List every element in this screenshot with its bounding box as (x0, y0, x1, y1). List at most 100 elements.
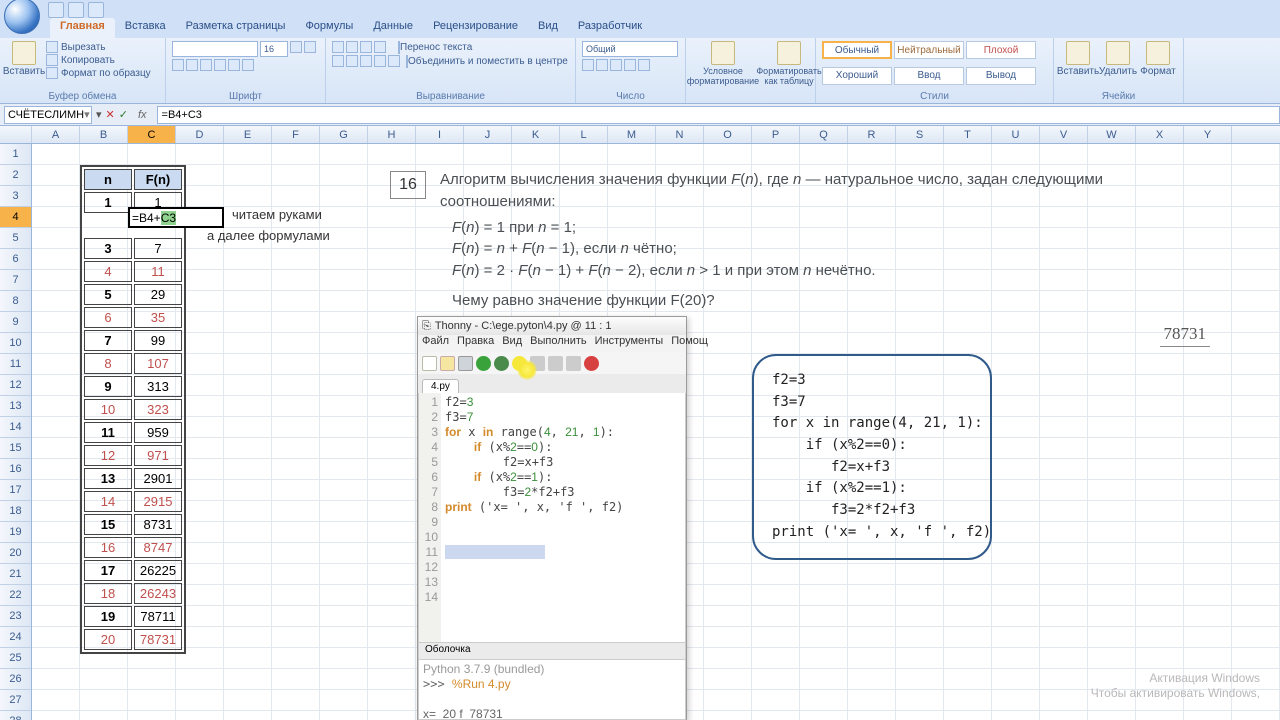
resume-icon[interactable] (566, 356, 581, 371)
align-right-icon[interactable] (360, 55, 372, 67)
cell-n[interactable]: 18 (84, 583, 132, 604)
row-header-17[interactable]: 17 (0, 480, 31, 501)
cell-fn[interactable]: 8747 (134, 537, 182, 558)
dropdown-icon[interactable]: ▾ (96, 108, 102, 121)
row-header-9[interactable]: 9 (0, 312, 31, 333)
col-header-T[interactable]: T (944, 126, 992, 143)
col-header-X[interactable]: X (1136, 126, 1184, 143)
copy-button[interactable]: Копировать (46, 54, 151, 66)
step-out-icon[interactable] (548, 356, 563, 371)
thonny-menu-Правка[interactable]: Правка (457, 335, 494, 352)
col-header-D[interactable]: D (176, 126, 224, 143)
cell-fn[interactable]: 2915 (134, 491, 182, 512)
font-name-combo[interactable] (172, 41, 258, 57)
align-top-icon[interactable] (332, 41, 344, 53)
col-header-J[interactable]: J (464, 126, 512, 143)
row-header-21[interactable]: 21 (0, 564, 31, 585)
cell-fn[interactable]: 971 (134, 445, 182, 466)
fill-color-icon[interactable] (228, 59, 240, 71)
font-size-combo[interactable]: 16 (260, 41, 288, 57)
row-header-27[interactable]: 27 (0, 690, 31, 711)
grow-font-icon[interactable] (290, 41, 302, 53)
row-header-20[interactable]: 20 (0, 543, 31, 564)
col-header-H[interactable]: H (368, 126, 416, 143)
cell-fn[interactable]: 26225 (134, 560, 182, 581)
tab-Разработчик[interactable]: Разработчик (568, 18, 652, 38)
thonny-window[interactable]: ⎘Thonny - C:\ege.pyton\4.py @ 11 : 1 Фай… (417, 316, 687, 720)
cell-fn[interactable]: 29 (134, 284, 182, 305)
row-header-7[interactable]: 7 (0, 270, 31, 291)
row-header-19[interactable]: 19 (0, 522, 31, 543)
indent-dec-icon[interactable] (374, 55, 386, 67)
tab-Разметка страницы[interactable]: Разметка страницы (176, 18, 296, 38)
thonny-tab[interactable]: 4.py (422, 379, 459, 393)
cell-n[interactable]: 8 (84, 353, 132, 374)
align-middle-icon[interactable] (346, 41, 358, 53)
cell-n[interactable]: 19 (84, 606, 132, 627)
col-header-F[interactable]: F (272, 126, 320, 143)
thonny-menu-Вид[interactable]: Вид (502, 335, 522, 352)
open-file-icon[interactable] (440, 356, 455, 371)
row-header-4[interactable]: 4 (0, 207, 31, 228)
cell-fn[interactable]: 78711 (134, 606, 182, 627)
row-header-14[interactable]: 14 (0, 417, 31, 438)
cell-n[interactable]: 7 (84, 330, 132, 351)
run-icon[interactable] (476, 356, 491, 371)
orientation-icon[interactable] (374, 41, 386, 53)
select-all-corner[interactable] (0, 126, 32, 143)
indent-inc-icon[interactable] (388, 55, 400, 67)
border-icon[interactable] (214, 59, 226, 71)
row-headers[interactable]: 1234567891011121314151617181920212223242… (0, 144, 32, 720)
cell-n[interactable]: 17 (84, 560, 132, 581)
insert-button[interactable]: Вставить (1060, 41, 1096, 77)
col-header-C[interactable]: C (128, 126, 176, 143)
editing-cell[interactable]: =B4+C3 (128, 207, 224, 228)
worksheet[interactable]: ABCDEFGHIJKLMNOPQRSTUVWXY 12345678910111… (0, 126, 1280, 720)
col-header-G[interactable]: G (320, 126, 368, 143)
row-header-23[interactable]: 23 (0, 606, 31, 627)
col-header-L[interactable]: L (560, 126, 608, 143)
row-header-26[interactable]: 26 (0, 669, 31, 690)
cell-area[interactable]: nF(n)11374115296357998107931310323119591… (32, 144, 1280, 720)
column-headers[interactable]: ABCDEFGHIJKLMNOPQRSTUVWXY (0, 126, 1280, 144)
cell-n[interactable]: 14 (84, 491, 132, 512)
currency-icon[interactable] (582, 59, 594, 71)
cell-n[interactable]: 6 (84, 307, 132, 328)
row-header-3[interactable]: 3 (0, 186, 31, 207)
bold-icon[interactable] (172, 59, 184, 71)
row-header-8[interactable]: 8 (0, 291, 31, 312)
number-format-combo[interactable]: Общий (582, 41, 678, 57)
thonny-editor[interactable]: 1234567891011121314 f2=3 f3=7 for x in r… (418, 393, 686, 643)
shrink-font-icon[interactable] (304, 41, 316, 53)
row-header-2[interactable]: 2 (0, 165, 31, 186)
cell-style-4[interactable]: Ввод (894, 67, 964, 85)
font-color-icon[interactable] (242, 59, 254, 71)
cell-fn[interactable]: 26243 (134, 583, 182, 604)
fx-icon[interactable]: fx (132, 109, 153, 121)
thonny-menu-Инструменты[interactable]: Инструменты (595, 335, 664, 352)
stop-icon[interactable] (584, 356, 599, 371)
shell[interactable]: Python 3.7.9 (bundled) >>> %Run 4.py x= … (418, 660, 686, 720)
cell-n[interactable]: 5 (84, 284, 132, 305)
row-header-13[interactable]: 13 (0, 396, 31, 417)
col-header-I[interactable]: I (416, 126, 464, 143)
row-header-22[interactable]: 22 (0, 585, 31, 606)
row-header-18[interactable]: 18 (0, 501, 31, 522)
cell-n[interactable]: 12 (84, 445, 132, 466)
col-header-P[interactable]: P (752, 126, 800, 143)
col-header-Q[interactable]: Q (800, 126, 848, 143)
cell-n[interactable]: 3 (84, 238, 132, 259)
col-header-B[interactable]: B (80, 126, 128, 143)
col-header-V[interactable]: V (1040, 126, 1088, 143)
format-painter-button[interactable]: Формат по образцу (46, 67, 151, 79)
cell-style-5[interactable]: Вывод (966, 67, 1036, 85)
col-header-N[interactable]: N (656, 126, 704, 143)
code-area[interactable]: f2=3 f3=7 for x in range(4, 21, 1): if (… (441, 393, 685, 642)
col-header-M[interactable]: M (608, 126, 656, 143)
cell-fn[interactable]: 959 (134, 422, 182, 443)
tab-Рецензирование[interactable]: Рецензирование (423, 18, 528, 38)
cell-fn[interactable]: 107 (134, 353, 182, 374)
cell-n[interactable]: 4 (84, 261, 132, 282)
new-file-icon[interactable] (422, 356, 437, 371)
col-header-R[interactable]: R (848, 126, 896, 143)
